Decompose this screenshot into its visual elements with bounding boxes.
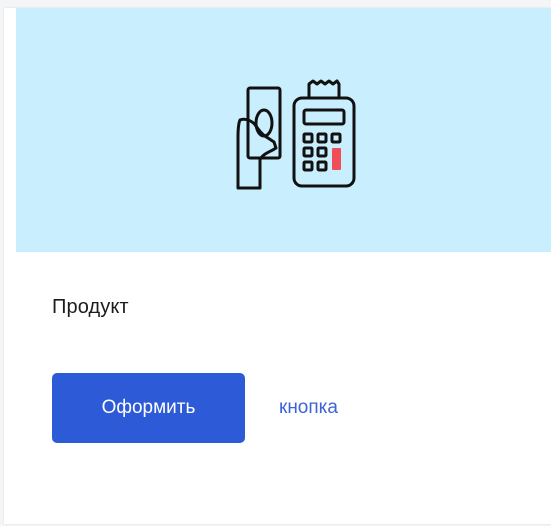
secondary-link-button[interactable]: кнопка <box>279 397 338 419</box>
submit-order-button[interactable]: Оформить <box>52 373 245 443</box>
card-banner <box>16 8 551 252</box>
product-card: Продукт Оформить кнопка <box>4 8 551 524</box>
product-title: Продукт <box>52 296 129 318</box>
cash-payment-terminal-icon <box>236 79 356 190</box>
